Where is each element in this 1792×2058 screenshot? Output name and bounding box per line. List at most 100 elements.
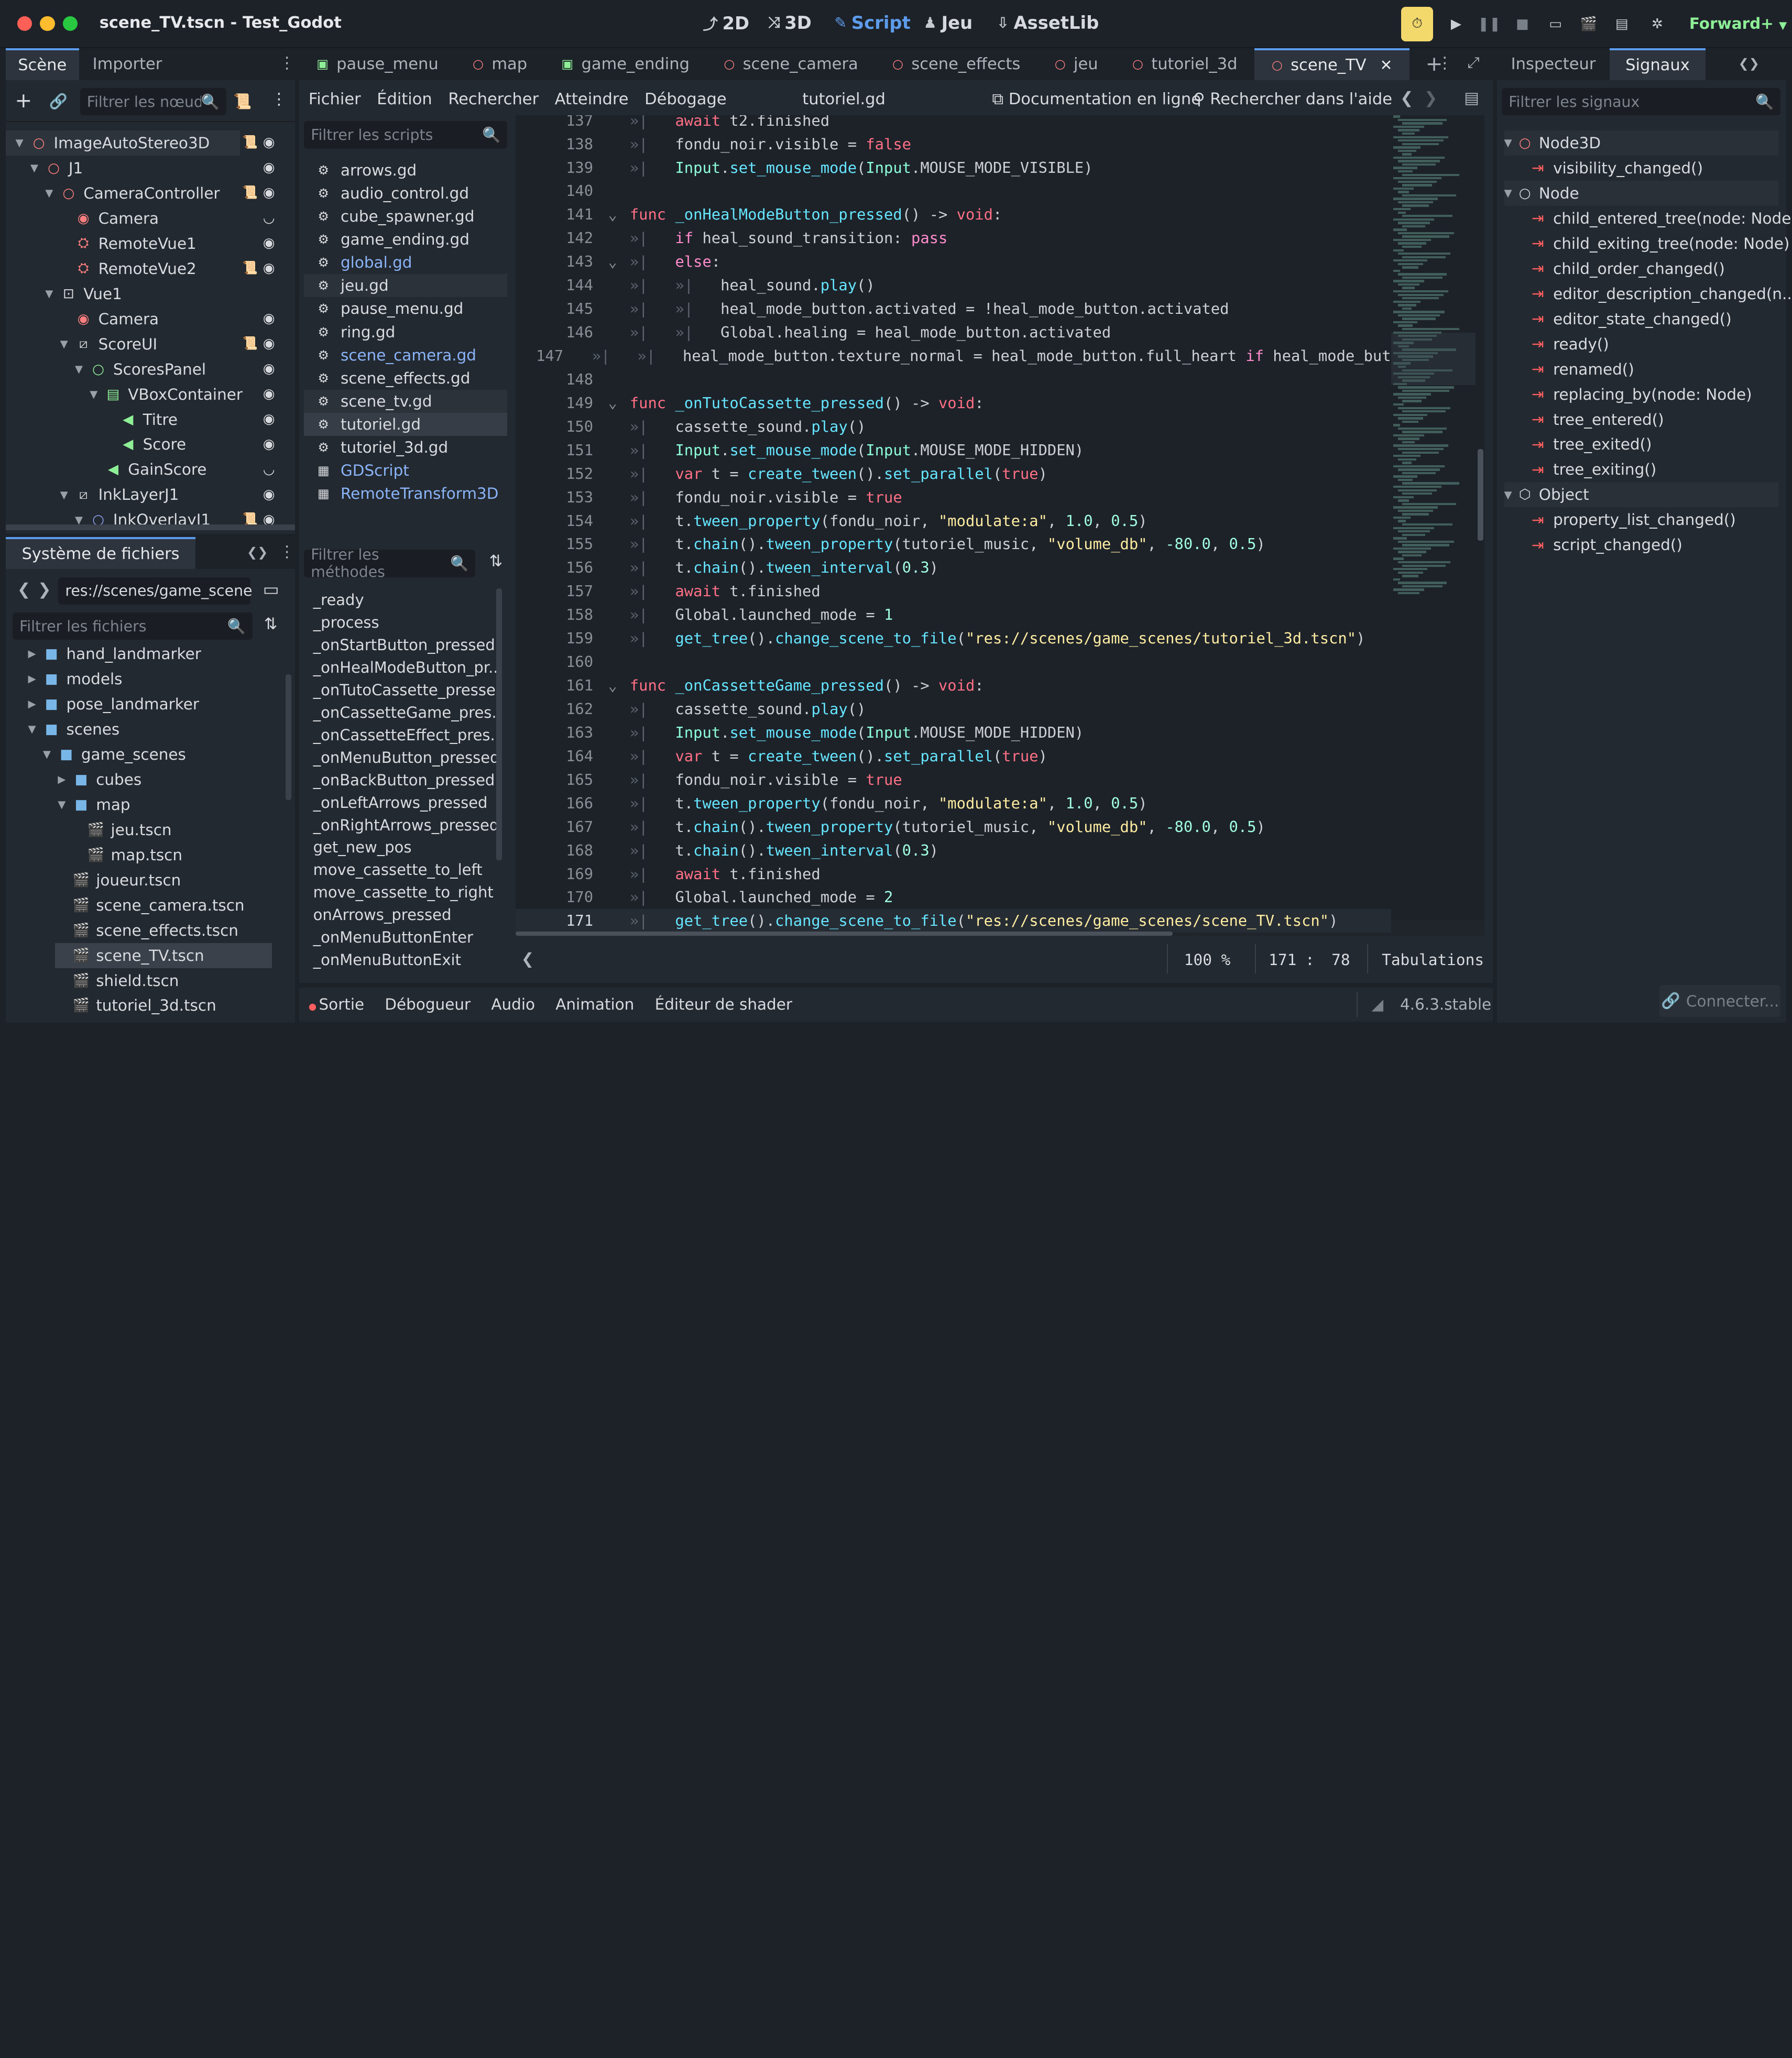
signal-item[interactable]: ⇥ script_changed() [1532,532,1682,557]
code-line[interactable]: 150 »| cassette_sound.play() [516,414,1391,438]
scene-menu-icon[interactable]: ⋮ [271,90,287,108]
scene-tree-node[interactable]: ◀ Titre [102,407,178,432]
code-line[interactable]: 171 »| get_tree().change_scene_to_file("r… [515,908,1391,933]
code-line[interactable]: 162 »| cassette_sound.play() [516,697,1391,721]
code-text[interactable]: 137 »| await t2.finished 138 »| fondu_noir.… [515,115,1391,936]
workspace-script-button[interactable]: ✎ Script [834,13,910,33]
signal-group[interactable]: ▼ ○ Node [1504,180,1779,206]
zoom-level[interactable]: 100 % [1184,951,1231,969]
scene-tree-node[interactable]: ◉ Camera [57,206,159,231]
connect-button[interactable]: 🔗 Connecter... [1659,985,1781,1017]
signal-item[interactable]: ⇥ property_list_changed() [1532,507,1736,532]
visibility-toggle-icon[interactable]: ◉ [263,135,275,150]
bottom-tab-shader-editor[interactable]: Éditeur de shader [655,995,792,1013]
method-list-item[interactable]: _onBackButton_pressed [302,769,496,791]
dock-move-icon[interactable]: ❮❯ [1739,56,1760,71]
scene-tree-hscroll[interactable] [5,524,295,531]
file-item[interactable]: 🎬 scene_effects.tscn [55,918,238,943]
forward-icon[interactable]: ❯ [38,581,51,599]
visibility-toggle-icon[interactable]: ◉ [263,487,275,502]
expand-arrow-icon[interactable]: ▶ [25,698,39,710]
code-line[interactable]: 145 »| »| heal_mode_button.activated = !h… [516,297,1391,321]
folder-item[interactable]: ▶ ■ models [25,666,123,692]
filesystem-scrollbar[interactable] [286,674,292,800]
movie-maker-button[interactable]: ⏱ [1401,7,1434,41]
signal-item[interactable]: ⇥ tree_entered() [1532,407,1664,432]
sort-methods-icon[interactable]: ⇅ [489,552,503,571]
code-line[interactable]: 156 »| t.chain().tween_interval(0.3) [516,556,1391,579]
code-line[interactable]: 147 »| »| heal_mode_button.texture_normal… [516,344,1391,368]
bottom-tab-debugger[interactable]: Débogueur [385,995,471,1013]
expand-arrow-icon[interactable]: ▶ [55,773,69,785]
code-line[interactable]: 143 ⌄ »| else: [516,250,1391,273]
scene-tree-node[interactable]: ▼ ○ ImageAutoStereo3D [5,130,241,156]
file-item[interactable]: 🎬 shield.tscn [55,968,179,993]
fold-arrow-icon[interactable]: ⌄ [603,394,623,411]
expand-arrow-icon[interactable]: ▼ [72,363,85,375]
signal-group[interactable]: ▼ ○ Node3D [1504,130,1779,156]
scene-tree-node[interactable]: ▼ ○ ScoresPanel [72,357,206,382]
script-attached-icon[interactable]: 📜 [242,135,258,149]
scene-tree-node[interactable]: ▼ ⊡ Vue1 [42,281,122,306]
code-line[interactable]: 140 [516,179,1391,203]
scene-tab-map[interactable]: ○ map [455,48,544,80]
attach-script-icon[interactable]: 📜 [233,93,252,110]
expand-arrow-icon[interactable]: ▶ [25,673,39,685]
add-node-icon[interactable]: + [15,89,32,113]
code-line[interactable]: 158 »| Global.launched_mode = 1 [516,603,1391,627]
tab-import[interactable]: Importer [79,48,176,80]
visibility-toggle-icon[interactable]: ◉ [263,336,275,352]
code-line[interactable]: 169 »| await t.finished [516,862,1391,885]
methods-scrollbar[interactable] [496,588,502,861]
expand-arrow-icon[interactable]: ▼ [13,137,26,149]
method-list-item[interactable]: _onRightArrows_pressed [302,814,496,836]
folder-item[interactable]: ▼ ■ map [55,792,130,817]
scene-tree-node[interactable]: ◉ Camera [57,306,159,332]
scripts-filter-input[interactable]: Filtrer les scripts 🔍 [304,121,508,149]
method-list-item[interactable]: _onMenuButton_pressed [302,746,496,769]
scene-tree-node[interactable]: ⛭ RemoteVue2 [57,256,196,281]
indentation-mode[interactable]: Tabulations [1382,951,1484,969]
code-line[interactable]: 157 »| await t.finished [516,579,1391,603]
filesystem-filter-input[interactable]: Filtrer les fichiers 🔍 [12,612,253,640]
scene-tabs-menu-icon[interactable]: ⋮ [1437,54,1453,72]
fold-arrow-icon[interactable]: ⌄ [603,206,623,223]
visibility-toggle-icon[interactable]: ◉ [263,436,275,452]
dock-menu-icon[interactable]: ⋮ [279,54,295,72]
scene-tree-node[interactable]: ▼ ⧄ InkLayerJ1 [57,482,179,507]
expand-arrow-icon[interactable]: ▼ [1504,187,1512,199]
signal-item[interactable]: ⇥ child_entered_tree(node: Node) [1532,206,1792,231]
online-docs-button[interactable]: ⧉ Documentation en ligne [992,90,1201,109]
method-list-item[interactable]: _onHealModeButton_pr... [302,656,496,678]
fold-arrow-icon[interactable]: ⌄ [603,677,623,694]
code-line[interactable]: 146 »| »| Global.healing = heal_mode_butt… [516,321,1391,344]
method-list-item[interactable]: _onStartButton_pressed [302,633,496,656]
debug-options-button[interactable]: ✲ [1642,9,1672,39]
sort-icon[interactable]: ⇅ [264,615,278,633]
signal-item[interactable]: ⇥ child_exiting_tree(node: Node) [1532,231,1790,256]
expand-arrow-icon[interactable]: ▶ [25,648,39,660]
code-editor[interactable]: 137 »| await t2.finished 138 »| fondu_noir.… [515,115,1485,936]
code-line[interactable]: 164 »| var t = create_tween().set_paralle… [516,744,1391,768]
scene-tab-scene_camera[interactable]: ○ scene_camera [707,48,876,80]
file-item[interactable]: 🎬 joueur.tscn [55,868,181,893]
scene-tab-pause_menu[interactable]: ▣ pause_menu [299,48,455,80]
engine-version[interactable]: 4.6.3.stable [1400,995,1491,1013]
expand-arrow-icon[interactable]: ▼ [42,187,56,199]
history-forward-icon[interactable]: ❯ [1424,89,1438,107]
code-line[interactable]: 137 »| await t2.finished [516,115,1391,132]
signal-item[interactable]: ⇥ replacing_by(node: Node) [1532,382,1752,407]
code-line[interactable]: 142 »| if heal_sound_transition: pass [516,226,1391,250]
expand-arrow-icon[interactable]: ▼ [87,388,101,400]
signal-item[interactable]: ⇥ tree_exiting() [1532,457,1656,482]
workspace-assetlib-button[interactable]: ⇩ AssetLib [997,13,1099,33]
code-line[interactable]: 155 »| t.chain().tween_property(tutoriel_… [516,532,1391,556]
method-list-item[interactable]: _onLeftArrows_pressed [302,791,496,814]
script-list-item[interactable]: ⚙ scene_tv.gd [304,389,508,413]
bottom-tab-output[interactable]: ● Sortie [309,995,364,1013]
expand-arrow-icon[interactable]: ▼ [55,798,69,811]
search-help-button[interactable]: ⚲ Rechercher dans l'aide [1193,90,1392,108]
code-line[interactable]: 160 [516,650,1391,674]
method-list-item[interactable]: _onMenuButtonExit [302,949,496,971]
signal-item[interactable]: ⇥ ready() [1532,332,1609,357]
